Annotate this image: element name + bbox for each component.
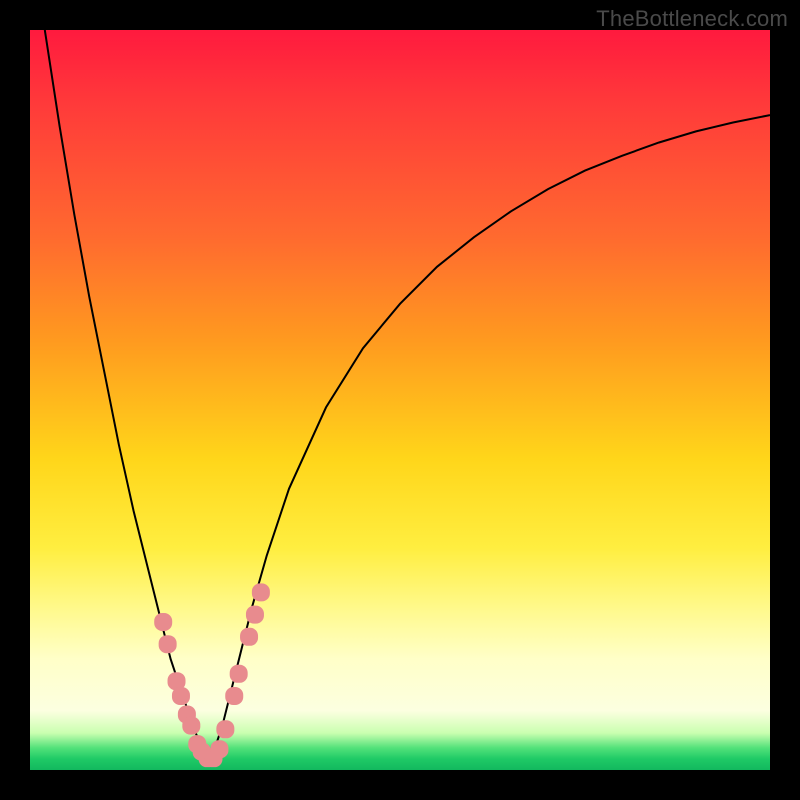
marker-group xyxy=(154,583,270,767)
chart-svg xyxy=(30,30,770,770)
data-marker xyxy=(182,717,200,735)
curve-right-branch xyxy=(208,115,770,759)
data-marker xyxy=(216,720,234,738)
data-marker xyxy=(246,606,264,624)
data-marker xyxy=(252,583,270,601)
plot-area xyxy=(30,30,770,770)
curve-left-branch xyxy=(45,30,208,759)
data-marker xyxy=(172,687,190,705)
data-marker xyxy=(225,687,243,705)
data-marker xyxy=(230,665,248,683)
chart-frame: TheBottleneck.com xyxy=(0,0,800,800)
data-marker xyxy=(154,613,172,631)
data-marker xyxy=(240,628,258,646)
data-marker xyxy=(159,635,177,653)
watermark-text: TheBottleneck.com xyxy=(596,6,788,32)
data-marker xyxy=(210,740,228,758)
